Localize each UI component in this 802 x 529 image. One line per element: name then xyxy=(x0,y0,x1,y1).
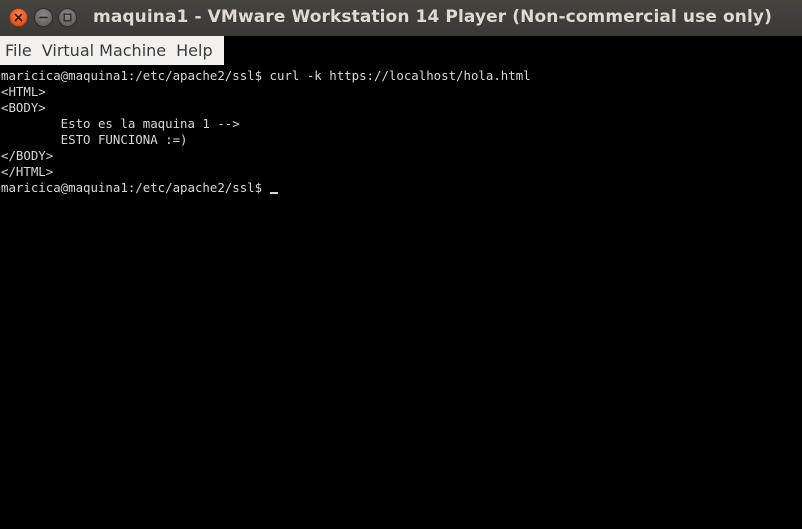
terminal-prompt-line[interactable]: maricica@maquina1:/etc/apache2/ssl$ xyxy=(1,180,802,196)
maximize-button[interactable] xyxy=(58,8,77,27)
terminal-line: ESTO FUNCIONA :=) xyxy=(1,132,188,147)
close-button[interactable] xyxy=(9,8,28,27)
text-cursor xyxy=(269,192,278,194)
minimize-button[interactable] xyxy=(34,8,53,27)
menubar-filler xyxy=(224,36,802,65)
menu-virtual-machine[interactable]: Virtual Machine xyxy=(42,41,166,60)
terminal-line: <BODY> xyxy=(1,100,46,115)
terminal-line: <HTML> xyxy=(1,84,46,99)
menu-bar: File Virtual Machine Help xyxy=(0,36,224,65)
terminal-line: maricica@maquina1:/etc/apache2/ssl$ curl… xyxy=(1,68,531,83)
close-icon xyxy=(14,13,23,22)
terminal-prompt: maricica@maquina1:/etc/apache2/ssl$ xyxy=(1,180,270,195)
vmware-window: maquina1 - VMware Workstation 14 Player … xyxy=(0,0,802,529)
terminal-line: Esto es la maquina 1 --> xyxy=(1,116,240,131)
terminal-line: </BODY> xyxy=(1,148,54,163)
minimize-icon xyxy=(39,16,48,19)
title-bar[interactable]: maquina1 - VMware Workstation 14 Player … xyxy=(0,0,802,36)
maximize-icon xyxy=(63,13,72,22)
terminal-line: </HTML> xyxy=(1,164,54,179)
menu-file[interactable]: File xyxy=(5,41,32,60)
window-title: maquina1 - VMware Workstation 14 Player … xyxy=(93,7,772,27)
terminal-console[interactable]: maricica@maquina1:/etc/apache2/ssl$ curl… xyxy=(0,66,802,529)
menu-help[interactable]: Help xyxy=(176,41,212,60)
